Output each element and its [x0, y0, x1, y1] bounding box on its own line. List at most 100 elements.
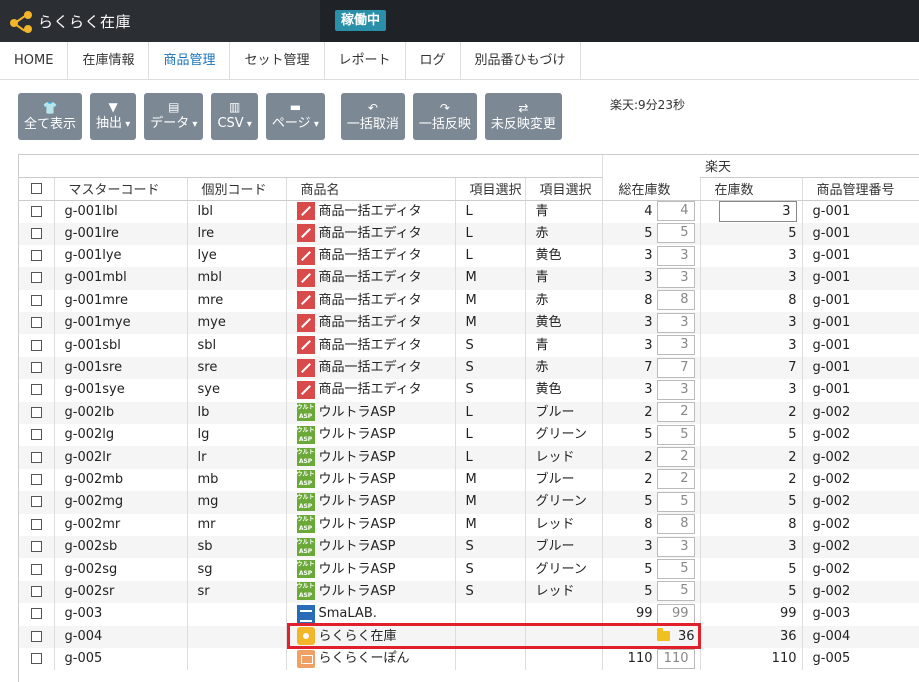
col-master-code[interactable]: マスターコード	[54, 177, 188, 201]
col-item-code[interactable]: 個別コード	[187, 177, 287, 201]
stock-input[interactable]: 3	[656, 379, 695, 400]
product-name-cell[interactable]: らくらく在庫	[286, 625, 456, 648]
table-row[interactable]: g-001mbl mbl 商品一括エディタ M 青 3 3 3 g-001	[19, 267, 919, 290]
stock-input[interactable]: 5	[656, 491, 695, 512]
product-name-cell[interactable]: ウルトラ ASP ウルトラASP	[286, 580, 456, 604]
stock-input[interactable]: 5	[656, 581, 695, 602]
product-name-cell[interactable]: ウルトラ ASP ウルトラASP	[286, 401, 456, 425]
row-checkbox[interactable]	[30, 362, 42, 374]
product-name-cell[interactable]: 商品一括エディタ	[286, 334, 456, 357]
product-name-cell[interactable]: 商品一括エディタ	[286, 267, 456, 290]
product-name-cell[interactable]: らくらくーぽん	[286, 647, 456, 671]
table-row[interactable]: g-002mg mg ウルトラ ASP ウルトラASP M グリーン 5 5 5 g-002	[19, 491, 919, 514]
stock-input[interactable]: 5	[656, 424, 695, 445]
toolbar-button-1[interactable]: ▼ 抽出 ▾	[90, 93, 137, 140]
table-row[interactable]: g-001sre sre 商品一括エディタ S 赤 7 7 7 g-001	[19, 356, 919, 380]
rakuten-stock-cell[interactable]: 3	[700, 200, 803, 223]
row-checkbox[interactable]	[30, 518, 42, 530]
stock-input[interactable]: 3	[656, 267, 695, 288]
toolbar-button-6[interactable]: ↷ 一括反映	[412, 93, 477, 140]
stock-input[interactable]: 99	[656, 603, 695, 624]
table-row[interactable]: g-002mr mr ウルトラ ASP ウルトラASP M レッド 8 8 8 g-002	[19, 513, 919, 536]
col-rakuten-stock[interactable]: 在庫数	[700, 177, 803, 201]
table-row[interactable]: g-002sr sr ウルトラ ASP ウルトラASP S レッド 5 5 5 g-002	[19, 580, 919, 604]
table-row[interactable]: g-002mb mb ウルトラ ASP ウルトラASP M ブルー 2 2 2 g-002	[19, 468, 919, 492]
stock-input[interactable]: 8	[656, 290, 695, 311]
select-all-checkbox[interactable]	[30, 183, 42, 194]
stock-input[interactable]: 2	[656, 447, 695, 468]
nav-item-2[interactable]: 商品管理	[149, 42, 231, 80]
product-name-cell[interactable]: ウルトラ ASP ウルトラASP	[286, 468, 456, 492]
nav-item-4[interactable]: レポート	[325, 42, 406, 80]
row-checkbox[interactable]	[30, 630, 42, 642]
stock-input[interactable]: 110	[656, 648, 695, 669]
row-checkbox[interactable]	[30, 429, 42, 441]
row-checkbox[interactable]	[30, 563, 42, 575]
table-row[interactable]: g-002lb lb ウルトラ ASP ウルトラASP L ブルー 2 2 2 g-002	[19, 401, 919, 425]
nav-item-0[interactable]: HOME	[0, 42, 69, 80]
product-name-cell[interactable]: SmaLAB.	[286, 603, 456, 626]
col-product-name[interactable]: 商品名	[286, 177, 456, 201]
product-name-cell[interactable]: ウルトラ ASP ウルトラASP	[286, 424, 456, 447]
stock-input[interactable]: 5	[656, 559, 695, 580]
table-row[interactable]: g-004 らくらく在庫 36 36 g-004	[19, 625, 919, 648]
product-table-wrapper[interactable]: 楽天 マスターコード 個別コード 商品名 項目選択 項目選択 総在庫数 在庫数 …	[18, 154, 919, 682]
row-checkbox[interactable]	[30, 653, 42, 665]
row-checkbox[interactable]	[30, 294, 42, 306]
table-row[interactable]: g-003 SmaLAB. 99 99 99 g-003	[19, 603, 919, 626]
product-name-cell[interactable]: ウルトラ ASP ウルトラASP	[286, 535, 456, 559]
table-row[interactable]: g-002sg sg ウルトラ ASP ウルトラASP S グリーン 5 5 5 g-002	[19, 558, 919, 581]
table-row[interactable]: g-005 らくらくーぽん 110 110 110 g-005	[19, 647, 919, 671]
col-total-stock[interactable]: 総在庫数	[602, 177, 701, 201]
stock-input[interactable]: 3	[656, 245, 695, 266]
row-checkbox[interactable]	[30, 384, 42, 396]
row-checkbox[interactable]	[30, 339, 42, 351]
row-checkbox[interactable]	[30, 250, 42, 262]
stock-input[interactable]: 4	[656, 201, 695, 221]
nav-item-3[interactable]: セット管理	[230, 42, 325, 80]
rakuten-stock-input[interactable]: 3	[718, 200, 797, 222]
nav-item-5[interactable]: ログ	[406, 42, 461, 80]
table-row[interactable]: g-002lr lr ウルトラ ASP ウルトラASP L レッド 2 2 2 g-002	[19, 446, 919, 469]
stock-input[interactable]: 7	[656, 357, 695, 378]
select-all-header[interactable]	[19, 177, 55, 201]
row-checkbox[interactable]	[30, 227, 42, 239]
row-checkbox[interactable]	[30, 406, 42, 418]
col-option-1[interactable]: 項目選択	[455, 177, 526, 201]
toolbar-button-2[interactable]: ▤ データ ▾	[144, 93, 204, 140]
table-row[interactable]: g-002sb sb ウルトラ ASP ウルトラASP S ブルー 3 3 3 g-002	[19, 535, 919, 559]
row-checkbox[interactable]	[30, 608, 42, 620]
row-checkbox[interactable]	[30, 272, 42, 284]
row-checkbox[interactable]	[30, 585, 42, 597]
row-checkbox[interactable]	[30, 451, 42, 463]
col-option-2[interactable]: 項目選択	[525, 177, 603, 201]
product-name-cell[interactable]: 商品一括エディタ	[286, 200, 456, 223]
product-name-cell[interactable]: 商品一括エディタ	[286, 379, 456, 402]
stock-input[interactable]: 8	[656, 514, 695, 535]
table-row[interactable]: g-001sbl sbl 商品一括エディタ S 青 3 3 3 g-001	[19, 334, 919, 357]
col-management-number[interactable]: 商品管理番号	[802, 177, 919, 201]
product-name-cell[interactable]: 商品一括エディタ	[286, 312, 456, 335]
row-checkbox[interactable]	[30, 541, 42, 553]
toolbar-button-4[interactable]: ▬ ページ ▾	[265, 93, 325, 140]
stock-input[interactable]: 3	[656, 335, 695, 356]
row-checkbox[interactable]	[30, 317, 42, 329]
brand[interactable]: らくらく在庫	[0, 0, 320, 42]
toolbar-button-3[interactable]: ▥ CSV ▾	[211, 93, 258, 140]
table-row[interactable]: g-002lg lg ウルトラ ASP ウルトラASP L グリーン 5 5 5 g-002	[19, 424, 919, 447]
row-checkbox[interactable]	[30, 496, 42, 508]
product-name-cell[interactable]: ウルトラ ASP ウルトラASP	[286, 446, 456, 469]
product-name-cell[interactable]: ウルトラ ASP ウルトラASP	[286, 491, 456, 514]
product-name-cell[interactable]: ウルトラ ASP ウルトラASP	[286, 513, 456, 536]
product-name-cell[interactable]: 商品一括エディタ	[286, 244, 456, 268]
row-checkbox[interactable]	[30, 473, 42, 485]
stock-input[interactable]: 2	[656, 469, 695, 490]
product-name-cell[interactable]: 商品一括エディタ	[286, 289, 456, 313]
toolbar-button-7[interactable]: ⇄ 未反映変更	[484, 93, 562, 140]
product-name-cell[interactable]: 商品一括エディタ	[286, 222, 456, 245]
stock-input[interactable]: 5	[656, 223, 695, 244]
toolbar-button-5[interactable]: ↶ 一括取消	[340, 93, 405, 140]
table-row[interactable]: g-001lye lye 商品一括エディタ L 黄色 3 3 3 g-001	[19, 244, 919, 268]
product-name-cell[interactable]: ウルトラ ASP ウルトラASP	[286, 558, 456, 581]
table-row[interactable]: g-001lbl lbl 商品一括エディタ L 青 4 4 3 g-001	[19, 200, 919, 223]
